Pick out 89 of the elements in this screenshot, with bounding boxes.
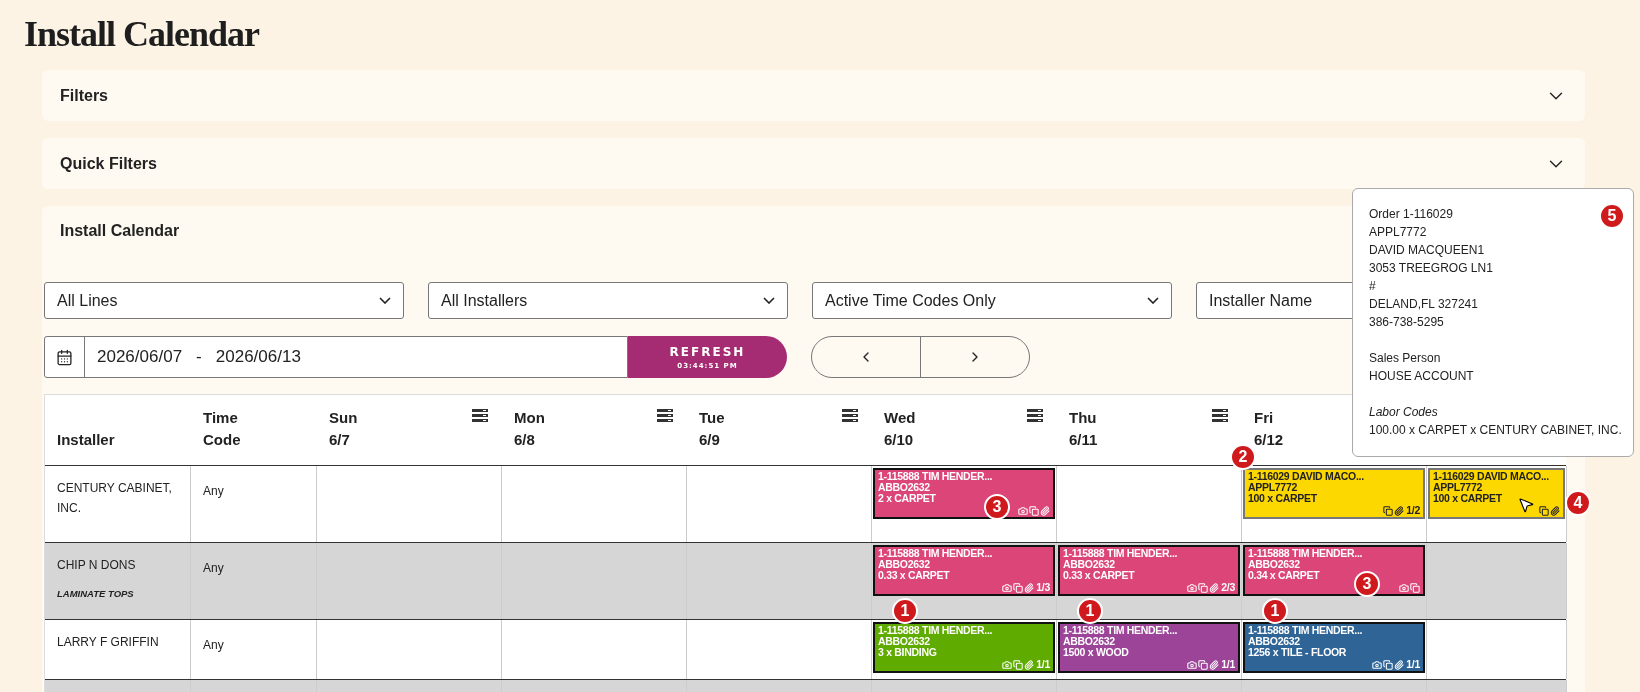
tooltip-line: DAVID MACQUEEN1 <box>1369 242 1485 259</box>
job-title: 1-116029 DAVID MACO... <box>1248 471 1364 482</box>
job-line: 2 x CARPET <box>878 493 936 504</box>
job-line: 1500 x WOOD <box>1063 647 1129 658</box>
list-icon[interactable] <box>657 409 673 422</box>
day-date: 6/7 <box>329 430 350 450</box>
tooltip-line: APPL7772 <box>1369 224 1427 241</box>
tooltip-line: 100.00 x CARPET x CENTURY CABINET, INC. <box>1369 422 1622 439</box>
select-dropdown[interactable]: All Installers <box>428 282 788 319</box>
tooltip-line: Sales Person <box>1369 350 1441 367</box>
day-date: 6/11 <box>1069 430 1098 450</box>
job-code: ABBO2632 <box>1248 636 1300 647</box>
job-card[interactable]: 1-115888 TIM HENDER... ABBO2632 1500 x WOOD 1/1 <box>1058 622 1240 673</box>
job-card[interactable]: 1-115888 TIM HENDER... ABBO2632 0.33 x CARPET 1/3 <box>873 545 1055 596</box>
installer-name: CENTURY CABINET, INC. <box>57 480 173 517</box>
day-header: Mon <box>514 408 545 428</box>
job-count: 1/1 <box>1221 659 1235 670</box>
job-count: 1/3 <box>1036 582 1050 593</box>
job-title: 1-115888 TIM HENDER... <box>1248 625 1363 636</box>
job-code: ABBO2632 <box>878 636 930 647</box>
job-count: 1/2 <box>1406 505 1420 516</box>
day-date: 6/12 <box>1254 430 1284 450</box>
day-header: Thu <box>1069 408 1097 428</box>
job-code: ABBO2632 <box>878 559 930 570</box>
page-title: Install Calendar <box>24 13 260 56</box>
day-date: 6/10 <box>884 430 914 450</box>
job-card[interactable]: 1-115888 TIM HENDER... ABBO2632 0.33 x CARPET 2/3 <box>1058 545 1240 596</box>
number-marker: 4 <box>1565 490 1591 516</box>
job-title: 1-115888 TIM HENDER... <box>878 548 993 559</box>
day-header: Fri <box>1254 408 1274 428</box>
column-header: Installer <box>57 430 116 450</box>
job-count: 2/3 <box>1221 582 1235 593</box>
job-code: ABBO2632 <box>1248 559 1300 570</box>
job-title: 1-116029 DAVID MACO... <box>1433 471 1549 482</box>
select-dropdown[interactable]: All Lines <box>44 282 404 319</box>
job-line: 100 x CARPET <box>1248 493 1317 504</box>
job-line: 0.33 x CARPET <box>878 570 950 581</box>
tooltip-line: DELAND,FL 327241 <box>1369 296 1478 313</box>
installer-name: CHIP N DONS <box>57 557 136 574</box>
tooltip-line: HOUSE ACCOUNT <box>1369 368 1474 385</box>
job-title: 1-115888 TIM HENDER... <box>878 471 993 482</box>
chevron-down-icon <box>763 297 775 304</box>
day-header: Tue <box>699 408 725 428</box>
job-line: 3 x BINDING <box>878 647 937 658</box>
job-code: APPL7772 <box>1248 482 1297 493</box>
job-line: 0.34 x CARPET <box>1248 570 1320 581</box>
job-code: APPL7772 <box>1433 482 1482 493</box>
job-line: 1256 x TILE - FLOOR <box>1248 647 1347 658</box>
panel-title: Filters <box>60 85 108 106</box>
job-code: ABBO2632 <box>878 482 930 493</box>
select-dropdown[interactable]: Active Time Codes Only <box>812 282 1172 319</box>
day-header: Wed <box>884 408 916 428</box>
job-code: ABBO2632 <box>1063 559 1115 570</box>
day-date: 6/8 <box>514 430 535 450</box>
installer-name: LARRY F GRIFFIN <box>57 634 159 651</box>
job-count: 1/1 <box>1036 659 1050 670</box>
list-icon[interactable] <box>842 409 858 422</box>
job-count: 1/1 <box>1406 659 1420 670</box>
job-title: 1-115888 TIM HENDER... <box>1248 548 1363 559</box>
panel-title: Quick Filters <box>60 153 157 174</box>
list-icon[interactable] <box>1212 409 1228 422</box>
job-card[interactable]: 1-116029 DAVID MACO... APPL7772 100 x CARPET 1/2 <box>1243 468 1425 519</box>
tooltip-line: Order 1-116029 <box>1369 206 1453 223</box>
filter-panel[interactable]: Filters <box>42 70 1585 121</box>
job-card[interactable]: 1-115888 TIM HENDER... ABBO2632 1256 x TILE - FLOOR 1/1 <box>1243 622 1425 673</box>
job-line: 100 x CARPET <box>1433 493 1502 504</box>
chevron-down-icon <box>379 297 391 304</box>
installer-subtitle: LAMINATE TOPS <box>57 587 134 601</box>
time-code: Any <box>203 638 224 652</box>
time-code: Any <box>203 484 224 498</box>
column-header: Time Code <box>203 408 242 450</box>
job-card[interactable]: 1-116029 DAVID MACO... APPL7772 100 x CARPET <box>1428 468 1565 519</box>
panel-title: Install Calendar <box>60 221 180 241</box>
job-code: ABBO2632 <box>1063 636 1115 647</box>
number-marker: 2 <box>1230 444 1256 470</box>
list-icon[interactable] <box>472 409 488 422</box>
job-title: 1-115888 TIM HENDER... <box>1063 625 1178 636</box>
chevron-down-icon <box>1147 297 1159 304</box>
day-header: Sun <box>329 408 358 428</box>
job-line: 0.33 x CARPET <box>1063 570 1135 581</box>
day-date: 6/9 <box>699 430 720 450</box>
number-marker: 5 <box>1599 203 1625 229</box>
tooltip-heading: Labor Codes <box>1369 404 1438 421</box>
job-title: 1-115888 TIM HENDER... <box>1063 548 1178 559</box>
time-code: Any <box>203 561 224 575</box>
list-icon[interactable] <box>1027 409 1043 422</box>
filter-panel[interactable]: Quick Filters <box>42 138 1585 189</box>
job-title: 1-115888 TIM HENDER... <box>878 625 993 636</box>
tooltip-line: 3053 TREEGROG LN1 <box>1369 260 1493 277</box>
